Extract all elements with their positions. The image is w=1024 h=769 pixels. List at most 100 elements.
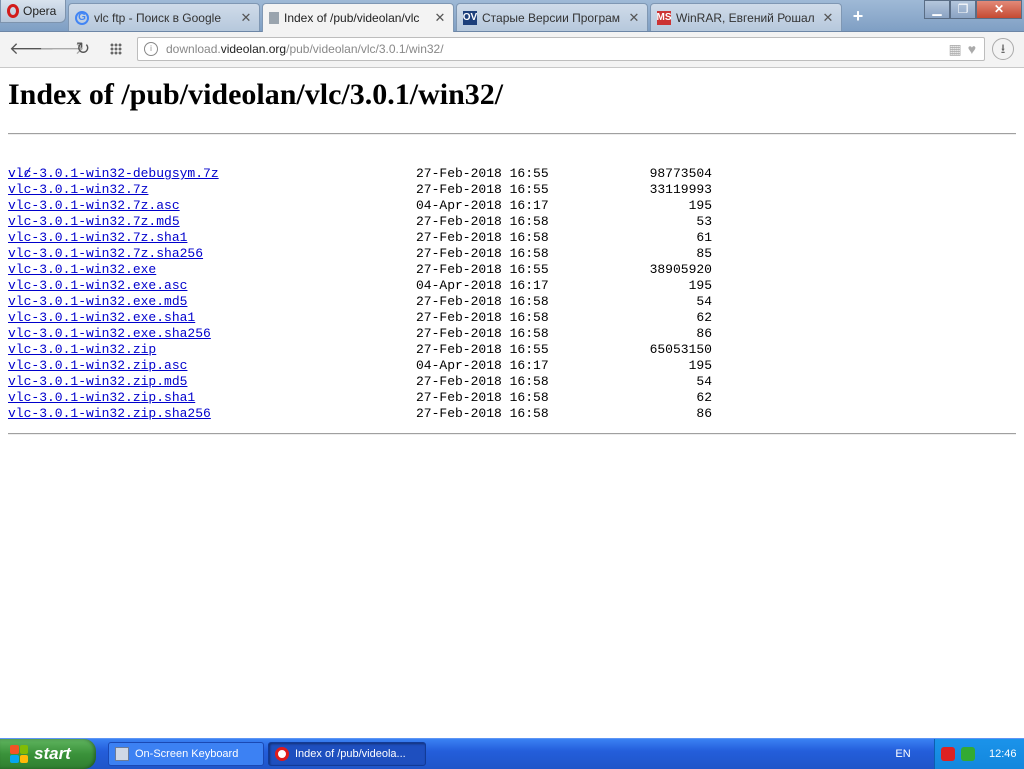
file-date: 27-Feb-2018 16:58	[416, 406, 549, 421]
minimize-button[interactable]: ▁	[924, 0, 950, 19]
file-size: 86	[696, 326, 712, 341]
antivirus-icon[interactable]	[961, 747, 975, 761]
list-item: vlc-3.0.1-win32.7z 27-Feb-2018 16:55 33119…	[8, 182, 712, 198]
file-size: 195	[688, 278, 712, 293]
file-size: 38905920	[649, 262, 712, 277]
top-divider	[8, 133, 1016, 135]
close-tab-icon[interactable]: ✕	[433, 10, 447, 26]
new-tab-plus-icon[interactable]: +	[848, 6, 868, 26]
file-size: 54	[696, 294, 712, 309]
maximize-button[interactable]: ❐	[950, 0, 976, 19]
taskbar-item-on-screen-keyboard[interactable]: On-Screen Keyboard	[108, 742, 264, 766]
tab-winrar[interactable]: MS WinRAR, Евгений Рошал ✕	[650, 3, 842, 31]
heart-bookmark-icon[interactable]: ♥	[968, 41, 976, 58]
file-link[interactable]: vlc-3.0.1-win32.zip.md5	[8, 374, 187, 390]
file-date: 04-Apr-2018 16:17	[416, 358, 549, 373]
list-item: vlc-3.0.1-win32.exe.asc 04-Apr-2018 16:17…	[8, 278, 712, 294]
opera-menu-button[interactable]: Opera	[0, 0, 66, 23]
page-content: Index of /pub/videolan/vlc/3.0.1/win32/ …	[0, 68, 1024, 738]
start-label: start	[34, 744, 71, 763]
list-item: vlc-3.0.1-win32.exe.sha256 27-Feb-2018 16…	[8, 326, 712, 342]
file-date: 27-Feb-2018 16:58	[416, 246, 549, 261]
clock: 12:46	[989, 748, 1017, 760]
tab-old-versions[interactable]: OV Старые Версии Програм ✕	[456, 3, 648, 31]
file-link[interactable]: vlc-3.0.1-win32.exe.md5	[8, 294, 187, 310]
file-size: 85	[696, 246, 712, 261]
file-link[interactable]: vlc-3.0.1-win32.7z	[8, 182, 148, 198]
page-title: Index of /pub/videolan/vlc/3.0.1/win32/	[8, 78, 504, 111]
language-indicator[interactable]: EN	[888, 739, 918, 769]
file-link[interactable]: vlc-3.0.1-win32.zip	[8, 342, 156, 358]
address-bar[interactable]: i download. videolan.org/pub/videolan/vlc…	[137, 37, 985, 61]
file-date: 27-Feb-2018 16:58	[416, 294, 549, 309]
close-tab-icon[interactable]: ✕	[239, 10, 253, 26]
file-link[interactable]: vlc-3.0.1-win32.7z.sha256	[8, 246, 203, 262]
file-date: 27-Feb-2018 16:58	[416, 214, 549, 229]
url-path: /pub/videolan/vlc/3.0.1/win32/	[286, 42, 444, 56]
tab-label: Index of /pub/videolan/vlc	[284, 11, 420, 25]
close-window-button[interactable]: ✕	[976, 0, 1022, 19]
ms-icon: MS	[656, 10, 672, 25]
file-size: 86	[696, 406, 712, 421]
file-date: 27-Feb-2018 16:58	[416, 230, 549, 245]
list-item: vlc-3.0.1-win32.exe 27-Feb-2018 16:55 3890…	[8, 262, 712, 278]
file-size: 53	[696, 214, 712, 229]
tab-google-search[interactable]: G vlc ftp - Поиск в Google ✕	[68, 3, 260, 31]
file-date: 27-Feb-2018 16:55	[416, 262, 549, 277]
forward-arrow-icon[interactable]: 🡒	[39, 38, 85, 60]
site-info-icon[interactable]: i	[144, 42, 158, 56]
extensions-grid-icon[interactable]: ▦	[948, 41, 961, 58]
tab-label: WinRAR, Евгений Рошал	[676, 10, 815, 25]
file-date: 04-Apr-2018 16:17	[416, 278, 549, 293]
file-link[interactable]: vlc-3.0.1-win32.zip.sha1	[8, 390, 195, 406]
close-tab-icon[interactable]: ✕	[627, 10, 641, 26]
speed-dial-grid-icon[interactable]	[105, 38, 127, 60]
file-size: 195	[688, 358, 712, 373]
file-link[interactable]: vlc-3.0.1-win32.zip.sha256	[8, 406, 211, 422]
ov-icon: OV	[462, 10, 478, 25]
task-label: Index of /pub/videola...	[295, 748, 406, 760]
reload-icon[interactable]: ↻	[72, 38, 94, 60]
document-icon	[269, 12, 279, 24]
file-link[interactable]: vlc-3.0.1-win32.exe.asc	[8, 278, 187, 294]
list-item: vlc-3.0.1-win32.zip.sha256 27-Feb-2018 16…	[8, 406, 712, 422]
download-icon[interactable]: ⭳	[992, 38, 1014, 60]
file-link[interactable]: vlc-3.0.1-win32.7z.md5	[8, 214, 180, 230]
list-item: vlc-3.0.1-win32-debugsym.7z 27-Feb-2018 1…	[8, 166, 712, 182]
url-prefix: download.	[166, 42, 221, 56]
file-size: 62	[696, 310, 712, 325]
security-shield-icon[interactable]	[941, 747, 955, 761]
file-date: 27-Feb-2018 16:55	[416, 166, 549, 181]
file-link[interactable]: vlc-3.0.1-win32.exe.sha1	[8, 310, 195, 326]
url-host: videolan.org	[220, 42, 287, 56]
tab-videolan-index[interactable]: Index of /pub/videolan/vlc ✕	[262, 3, 454, 32]
system-tray: 12:46	[934, 739, 1024, 769]
list-item: vlc-3.0.1-win32.zip.asc 04-Apr-2018 16:17…	[8, 358, 712, 374]
list-item: vlc-3.0.1-win32.zip.md5 27-Feb-2018 16:58…	[8, 374, 712, 390]
file-listing: ../ vlc-3.0.1-win32-debugsym.7z 27-Feb-20…	[8, 150, 712, 422]
start-button[interactable]: start	[0, 739, 96, 769]
tab-label: vlc ftp - Поиск в Google	[94, 10, 221, 25]
file-date: 27-Feb-2018 16:58	[416, 374, 549, 389]
file-link[interactable]: vlc-3.0.1-win32.zip.asc	[8, 358, 187, 374]
file-link[interactable]: vlc-3.0.1-win32.7z.sha1	[8, 230, 187, 246]
file-date: 04-Apr-2018 16:17	[416, 198, 549, 213]
file-date: 27-Feb-2018 16:55	[416, 182, 549, 197]
file-link[interactable]: vlc-3.0.1-win32.7z.asc	[8, 198, 180, 214]
file-link[interactable]: vlc-3.0.1-win32.exe	[8, 262, 156, 278]
file-link[interactable]: vlc-3.0.1-win32.exe.sha256	[8, 326, 211, 342]
taskbar: start On-Screen Keyboard Index of /pub/v…	[0, 738, 1024, 769]
file-size: 65053150	[649, 342, 712, 357]
windows-flag-icon	[10, 745, 28, 763]
list-item: ../	[8, 150, 55, 181]
file-date: 27-Feb-2018 16:58	[416, 310, 549, 325]
tab-label: Старые Версии Програм	[482, 10, 621, 25]
taskbar-item-opera[interactable]: Index of /pub/videola...	[268, 742, 426, 766]
close-tab-icon[interactable]: ✕	[821, 10, 835, 26]
file-link[interactable]: vlc-3.0.1-win32-debugsym.7z	[8, 166, 219, 182]
bottom-divider	[8, 433, 1016, 435]
file-size: 54	[696, 374, 712, 389]
back-arrow-icon[interactable]: 🡐	[9, 38, 55, 60]
opera-logo-icon	[7, 4, 19, 18]
file-size: 61	[696, 230, 712, 245]
